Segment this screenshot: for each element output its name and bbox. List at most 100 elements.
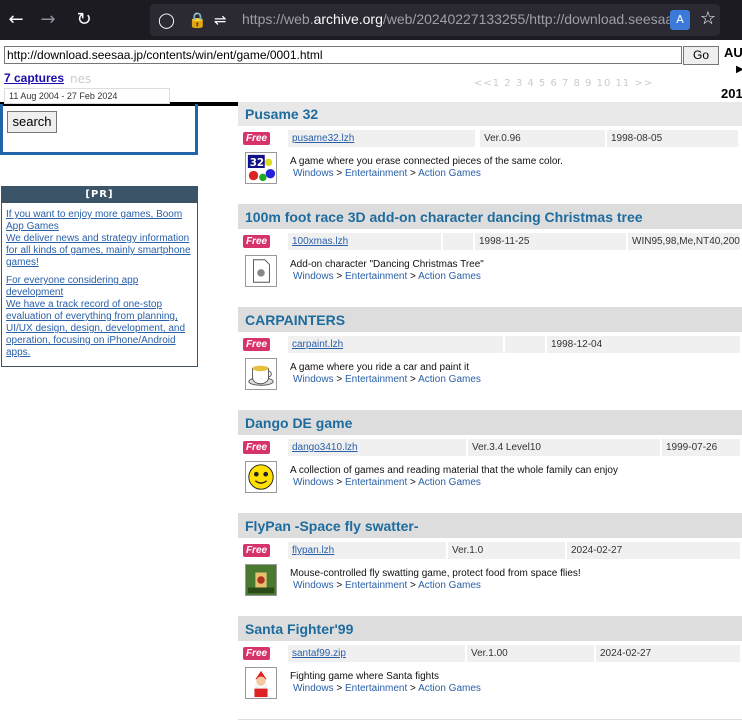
- game-entry: Santa Fighter'99 Free santaf99.zip Ver.1.00…: [238, 617, 742, 720]
- captures-link[interactable]: 7 captures: [4, 71, 64, 85]
- download-file-link[interactable]: flypan.lzh: [288, 542, 448, 559]
- category-link-action-games[interactable]: Action Games: [418, 168, 481, 179]
- info-cell: 1999-07-26: [662, 439, 742, 456]
- capture-date-range: 11 Aug 2004 - 27 Feb 2024: [4, 88, 170, 104]
- info-cell: [443, 233, 475, 250]
- go-button[interactable]: Go: [683, 46, 719, 65]
- info-cell: [505, 336, 547, 353]
- game-description: A game where you ride a car and paint it: [290, 362, 469, 373]
- game-title-link[interactable]: 100m foot race 3D add-on character danci…: [238, 205, 742, 229]
- category-breadcrumb: Windows > Entertainment > Action Games: [293, 271, 481, 282]
- category-link-entertainment[interactable]: Entertainment: [345, 580, 407, 591]
- info-cell: 2024-02-27: [596, 645, 742, 662]
- address-text[interactable]: https://web.archive.org/web/202402271332…: [242, 11, 682, 27]
- flypan-icon[interactable]: [245, 564, 277, 596]
- category-link-action-games[interactable]: Action Games: [418, 271, 481, 282]
- bookmark-star-icon[interactable]: ☆: [700, 8, 716, 29]
- info-row: Free dango3410.lzh Ver.3.4 Level10 1999-07-…: [243, 439, 742, 457]
- back-arrow-icon[interactable]: ←: [4, 8, 28, 32]
- info-cell: WIN95,98,Me,NT40,2000: [628, 233, 742, 250]
- document-icon[interactable]: [245, 255, 277, 287]
- category-breadcrumb: Windows > Entertainment > Action Games: [293, 683, 481, 694]
- category-link-windows[interactable]: Windows: [293, 374, 334, 385]
- pr-link-boom-app[interactable]: If you want to enjoy more games, Boom Ap…: [2, 209, 197, 269]
- game-entry: FlyPan -Space fly swatter- Free flypan.lzh…: [238, 514, 742, 617]
- info-row: Free santaf99.zip Ver.1.00 2024-02-27: [243, 645, 742, 663]
- game-description: Mouse-controlled fly swatting game, prot…: [290, 568, 581, 579]
- info-cell: Ver.0.96: [480, 130, 607, 147]
- santa-icon[interactable]: [245, 667, 277, 699]
- free-badge: Free: [243, 544, 270, 557]
- download-file-link[interactable]: carpaint.lzh: [288, 336, 505, 353]
- category-link-action-games[interactable]: Action Games: [418, 477, 481, 488]
- category-link-entertainment[interactable]: Entertainment: [345, 683, 407, 694]
- free-badge: Free: [243, 235, 270, 248]
- info-row: Free 100xmas.lzh 1998-11-25 WIN95,98,Me,NT4…: [243, 233, 742, 251]
- smiley-icon[interactable]: [245, 461, 277, 493]
- info-cell: 1998-08-05: [607, 130, 740, 147]
- download-file-link[interactable]: santaf99.zip: [288, 645, 467, 662]
- category-link-action-games[interactable]: Action Games: [418, 580, 481, 591]
- year-label[interactable]: 201: [721, 86, 742, 101]
- game-description: Add-on character "Dancing Christmas Tree…: [290, 259, 484, 270]
- address-bar[interactable]: ◯ 🔒 ⇌ https://web.archive.org/web/202402…: [150, 4, 720, 36]
- category-breadcrumb: Windows > Entertainment > Action Games: [293, 477, 481, 488]
- info-cell: Ver.3.4 Level10: [468, 439, 662, 456]
- wayback-url-input[interactable]: http://download.seesaa.jp/contents/win/e…: [4, 46, 682, 64]
- game-title-link[interactable]: CARPAINTERS: [238, 308, 742, 332]
- pusame-icon[interactable]: 32: [245, 152, 277, 184]
- category-breadcrumb: Windows > Entertainment > Action Games: [293, 580, 481, 591]
- underlying-page-text: nes: [70, 72, 92, 86]
- category-link-entertainment[interactable]: Entertainment: [345, 477, 407, 488]
- pr-heading: [PR]: [2, 187, 197, 203]
- free-badge: Free: [243, 647, 270, 660]
- forward-arrow-icon[interactable]: →: [36, 8, 60, 32]
- game-title-link[interactable]: FlyPan -Space fly swatter-: [238, 514, 742, 538]
- category-link-entertainment[interactable]: Entertainment: [345, 168, 407, 179]
- category-link-action-games[interactable]: Action Games: [418, 683, 481, 694]
- category-link-windows[interactable]: Windows: [293, 580, 334, 591]
- category-link-windows[interactable]: Windows: [293, 168, 334, 179]
- cup-icon[interactable]: [245, 358, 277, 390]
- category-breadcrumb: Windows > Entertainment > Action Games: [293, 168, 481, 179]
- browser-toolbar: ← → ↻ ◯ 🔒 ⇌ https://web.archive.org/web/…: [0, 0, 742, 40]
- game-entry: Pusame 32 Free pusame32.lzh Ver.0.96 1998-08…: [238, 102, 742, 205]
- lock-icon[interactable]: 🔒: [188, 10, 207, 30]
- category-link-windows[interactable]: Windows: [293, 683, 334, 694]
- info-row: Free carpaint.lzh 1998-12-04: [243, 336, 742, 354]
- chevron-right-icon[interactable]: ▶: [736, 64, 742, 75]
- underlying-pagination: <<1 2 3 4 5 6 7 8 9 10 11 >>: [474, 78, 654, 89]
- download-file-link[interactable]: pusame32.lzh: [288, 130, 477, 147]
- month-label[interactable]: AU: [724, 45, 742, 60]
- category-link-entertainment[interactable]: Entertainment: [345, 374, 407, 385]
- category-link-action-games[interactable]: Action Games: [418, 374, 481, 385]
- category-breadcrumb: Windows > Entertainment > Action Games: [293, 374, 481, 385]
- pr-link-app-dev[interactable]: For everyone considering app development…: [2, 275, 197, 359]
- game-entry: CARPAINTERS Free carpaint.lzh 1998-12-04 A g…: [238, 308, 742, 411]
- download-file-link[interactable]: 100xmas.lzh: [288, 233, 443, 250]
- info-cell: 2024-02-27: [567, 542, 742, 559]
- search-button[interactable]: search: [7, 111, 57, 133]
- game-title-link[interactable]: Santa Fighter'99: [238, 617, 742, 641]
- game-entry: 100m foot race 3D add-on character danci…: [238, 205, 742, 308]
- shield-icon[interactable]: ◯: [158, 10, 175, 30]
- game-description: A collection of games and reading materi…: [290, 465, 618, 476]
- translate-icon[interactable]: A: [670, 10, 690, 30]
- info-cell: 1998-12-04: [547, 336, 742, 353]
- svg-text:32: 32: [250, 157, 264, 169]
- category-link-entertainment[interactable]: Entertainment: [345, 271, 407, 282]
- permissions-icon[interactable]: ⇌: [214, 10, 227, 30]
- download-file-link[interactable]: dango3410.lzh: [288, 439, 468, 456]
- reload-icon[interactable]: ↻: [72, 8, 96, 32]
- free-badge: Free: [243, 441, 270, 454]
- game-title-link[interactable]: Pusame 32: [238, 102, 742, 126]
- category-link-windows[interactable]: Windows: [293, 477, 334, 488]
- game-list: Pusame 32 Free pusame32.lzh Ver.0.96 1998-08…: [238, 102, 742, 720]
- category-link-windows[interactable]: Windows: [293, 271, 334, 282]
- info-cell: 1998-11-25: [475, 233, 628, 250]
- info-cell: Ver.1.00: [467, 645, 596, 662]
- info-row: Free flypan.lzh Ver.1.0 2024-02-27: [243, 542, 742, 560]
- game-title-link[interactable]: Dango DE game: [238, 411, 742, 435]
- free-badge: Free: [243, 132, 270, 145]
- game-description: A game where you erase connected pieces …: [290, 156, 563, 167]
